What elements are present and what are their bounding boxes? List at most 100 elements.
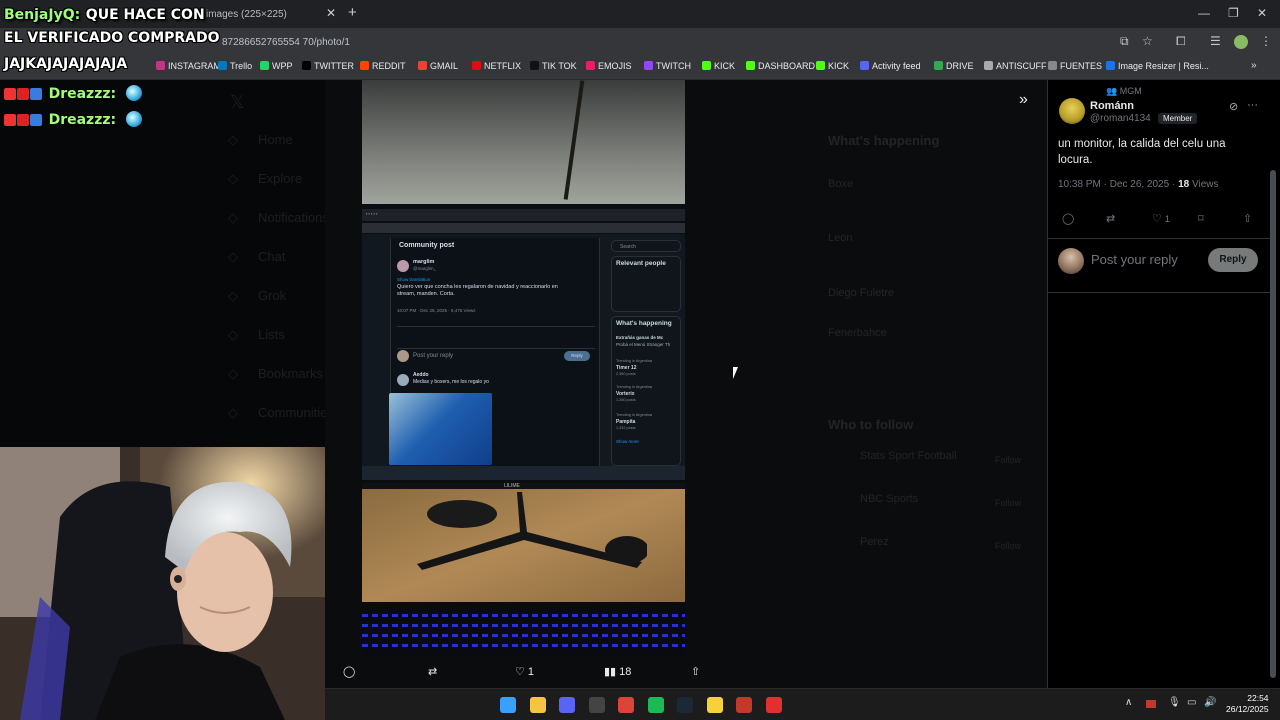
mouse-cursor	[733, 367, 743, 379]
bookmark-favicon-icon	[586, 61, 595, 70]
extensions-icon[interactable]: ⧠	[1176, 34, 1186, 49]
bookmark-reddit[interactable]: REDDIT	[360, 61, 406, 71]
grok-icon[interactable]: ⊘	[1229, 100, 1238, 113]
post-time[interactable]: 10:38 PM · Dec 26, 2025 ·	[1058, 179, 1175, 190]
share-icon[interactable]: ⇧	[691, 665, 700, 678]
badge-icon	[30, 114, 42, 126]
bookmark-label: WPP	[272, 61, 293, 71]
profile-avatar[interactable]	[1234, 35, 1248, 49]
community-label[interactable]: 👥 MGM	[1106, 86, 1142, 97]
windows-start-icon[interactable]	[500, 697, 516, 713]
discord-icon[interactable]	[559, 697, 575, 713]
repost-icon[interactable]: ⇄	[428, 665, 437, 678]
more-options-icon[interactable]: ···	[1247, 99, 1258, 111]
reading-list-icon[interactable]: ☰	[1210, 34, 1221, 48]
more-bookmarks-icon[interactable]: »	[1251, 60, 1257, 71]
clock-date: 26/12/2025	[1226, 704, 1269, 714]
bookmark-instagram[interactable]: INSTAGRAM	[156, 61, 221, 71]
network-icon[interactable]: ▭	[1187, 697, 1196, 708]
post-detail-panel	[1047, 80, 1280, 688]
bookmark-trello[interactable]: Trello	[218, 61, 252, 71]
bookmark-tik-tok[interactable]: TIK TOK	[530, 61, 577, 71]
volume-icon[interactable]: 🔊	[1204, 697, 1216, 708]
chrome-icon[interactable]	[618, 697, 634, 713]
author-avatar[interactable]	[1059, 98, 1085, 124]
sticky-notes-icon[interactable]	[706, 697, 723, 713]
post-views-count: 18	[1178, 179, 1190, 190]
file-explorer-icon[interactable]	[529, 697, 546, 713]
bookmark-antiscuff[interactable]: ANTISCUFF	[984, 61, 1047, 71]
bookmark-dashboard[interactable]: DASHBOARD	[746, 61, 815, 71]
bookmark-activity-feed[interactable]: Activity feed	[860, 61, 921, 71]
photo-screen: Community post marglim @marglim_ Show tr…	[362, 234, 685, 466]
globe-emote-icon	[125, 85, 142, 101]
dim-nav-home: Home	[258, 132, 293, 147]
bookmark-image-resizer-resi[interactable]: Image Resizer | Resi...	[1106, 61, 1209, 71]
bookmark-favicon-icon	[218, 61, 227, 70]
reply-button[interactable]: Reply	[1208, 248, 1258, 272]
photo-inner-image	[389, 393, 492, 465]
reply-icon[interactable]: ◯	[343, 665, 355, 678]
bookmark-twitter[interactable]: TWITTER	[302, 61, 354, 71]
author-handle[interactable]: @roman4134	[1090, 113, 1151, 124]
app-red-icon[interactable]	[736, 697, 752, 713]
bookmark-label: REDDIT	[372, 61, 406, 71]
bookmark-kick[interactable]: KICK	[816, 61, 849, 71]
bookmark-icon[interactable]: ⌑	[1198, 212, 1204, 225]
tray-app-icon[interactable]	[1146, 700, 1156, 708]
photo-wall	[362, 80, 685, 205]
bookmark-emojis[interactable]: EMOJIS	[586, 61, 632, 71]
close-tab-icon[interactable]: ✕	[326, 6, 336, 20]
url-field[interactable]: 87286652765554 70/photo/1	[222, 37, 350, 48]
photo-inner-text: Quiero ver que concha les regalaron de n…	[397, 284, 558, 297]
bookmark-drive[interactable]: DRIVE	[934, 61, 974, 71]
new-tab-icon[interactable]: +	[348, 4, 357, 21]
chat-message: Dreazzz:	[4, 83, 142, 103]
dim-nav-icon: ◇	[228, 249, 238, 264]
cast-icon[interactable]: ⧉	[1120, 34, 1129, 49]
share-icon[interactable]: ⇧	[1243, 212, 1252, 225]
bookmark-twitch[interactable]: TWITCH	[644, 61, 691, 71]
star-icon[interactable]: ☆	[1142, 34, 1153, 48]
bookmark-netflix[interactable]: NETFLIX	[472, 61, 521, 71]
scrollbar[interactable]	[1270, 170, 1276, 678]
author-name[interactable]: Románn	[1090, 100, 1134, 112]
photo-inner-divider	[397, 326, 595, 327]
views-button[interactable]: ▮▮ 18	[604, 665, 631, 678]
bookmark-wpp[interactable]: WPP	[260, 61, 293, 71]
spotify-icon[interactable]	[647, 697, 664, 713]
chat-text: QUE HACE CON	[85, 7, 205, 23]
menu-kebab-icon[interactable]: ⋮	[1260, 34, 1272, 48]
bookmark-kick[interactable]: KICK	[702, 61, 735, 71]
post-text: un monitor, la calida del celu una locur…	[1058, 138, 1226, 166]
bookmark-gmail[interactable]: GMAIL	[418, 61, 458, 71]
like-button[interactable]: ♡ 1	[515, 665, 534, 678]
photo-screen-sidebar: Search Relevant people What's happening …	[609, 238, 685, 466]
chat-username: BenjaJyQ:	[4, 7, 81, 23]
dim-nav-icon: ◇	[228, 405, 238, 420]
close-window-icon[interactable]: ✕	[1257, 6, 1267, 20]
tray-chevron-icon[interactable]: ∧	[1125, 697, 1132, 708]
dim-nav-icon: ◇	[228, 171, 238, 186]
system-clock[interactable]: 22:54 26/12/2025	[1226, 693, 1269, 715]
dim-nav-notifications: Notifications	[258, 210, 329, 225]
obs-icon[interactable]	[588, 697, 605, 713]
reply-input[interactable]: Post your reply	[1091, 252, 1178, 267]
minimize-icon[interactable]: —	[1198, 6, 1210, 20]
photo-inner-comment-text: Medias y boxers, me los regalo yo	[413, 379, 489, 385]
bookmark-favicon-icon	[816, 61, 825, 70]
app-red-2-icon[interactable]	[765, 697, 782, 713]
microphone-icon[interactable]: 🎙	[1168, 697, 1181, 708]
chat-username: Dreazzz:	[48, 112, 117, 128]
dim-nav-communities: Communities	[258, 405, 334, 420]
repost-icon[interactable]: ⇄	[1106, 212, 1115, 225]
steam-icon[interactable]	[677, 697, 693, 713]
bookmark-fuentes[interactable]: FUENTES	[1048, 61, 1102, 71]
post-photo[interactable]: ▪ ▪ ▪ ▪ ▪ Community post marglim @margli…	[362, 80, 685, 656]
browser-tab[interactable]: images (225×225)	[200, 4, 340, 26]
restore-icon[interactable]: ❐	[1228, 6, 1239, 20]
reply-icon[interactable]: ◯	[1062, 212, 1074, 225]
bookmark-label: TWITTER	[314, 61, 354, 71]
like-button[interactable]: ♡ 1	[1152, 212, 1170, 225]
expand-sidebar-icon[interactable]: »	[1019, 91, 1028, 109]
